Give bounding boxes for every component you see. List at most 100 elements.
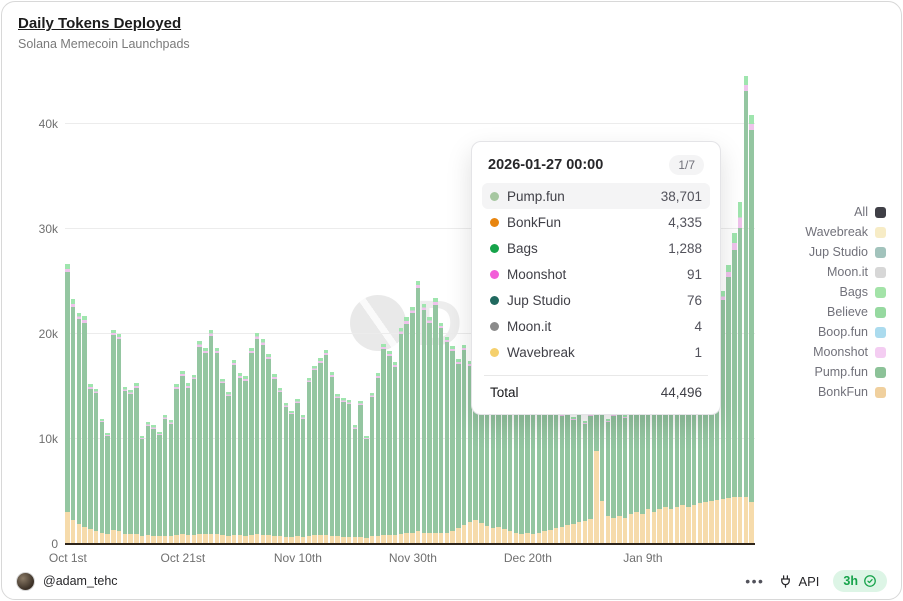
more-menu-button[interactable]: •••	[745, 573, 764, 589]
bar[interactable]	[272, 374, 277, 543]
bar[interactable]	[399, 328, 404, 543]
legend-item-believe[interactable]: Believe	[805, 305, 886, 319]
bar[interactable]	[243, 376, 248, 543]
bar[interactable]	[726, 265, 731, 543]
bar[interactable]	[738, 202, 743, 543]
bar[interactable]	[324, 350, 329, 543]
bar[interactable]	[427, 317, 432, 543]
chart-title-link[interactable]: Daily Tokens Deployed	[18, 15, 190, 32]
legend-item-pump-fun[interactable]: Pump.fun	[805, 365, 886, 379]
bar[interactable]	[226, 392, 231, 543]
bar[interactable]	[560, 413, 565, 543]
bar[interactable]	[531, 398, 536, 543]
legend-item-wavebreak[interactable]: Wavebreak	[805, 225, 886, 239]
bar[interactable]	[381, 344, 386, 543]
bar[interactable]	[295, 399, 300, 543]
bar[interactable]	[422, 304, 427, 543]
legend-item-jup-studio[interactable]: Jup Studio	[805, 245, 886, 259]
bar[interactable]	[278, 388, 283, 543]
bar[interactable]	[376, 373, 381, 543]
bar[interactable]	[105, 433, 110, 543]
bar[interactable]	[232, 360, 237, 543]
bar[interactable]	[192, 375, 197, 543]
bar[interactable]	[174, 384, 179, 543]
bar[interactable]	[606, 419, 611, 543]
bar[interactable]	[594, 394, 599, 543]
bar[interactable]	[163, 415, 168, 543]
bar[interactable]	[65, 264, 70, 543]
bar[interactable]	[721, 291, 726, 543]
bar[interactable]	[220, 379, 225, 543]
bar[interactable]	[169, 420, 174, 543]
bar[interactable]	[307, 378, 312, 543]
bar[interactable]	[583, 421, 588, 543]
bar[interactable]	[335, 394, 340, 543]
bar[interactable]	[542, 402, 547, 543]
bar[interactable]	[571, 417, 576, 543]
bar[interactable]	[77, 313, 82, 543]
bar[interactable]	[404, 317, 409, 543]
bar[interactable]	[732, 233, 737, 543]
bar[interactable]	[548, 409, 553, 543]
bar[interactable]	[266, 354, 271, 543]
bar[interactable]	[100, 419, 105, 543]
bar[interactable]	[215, 348, 220, 543]
bar[interactable]	[301, 415, 306, 543]
bar[interactable]	[358, 401, 363, 543]
bar[interactable]	[255, 333, 260, 543]
legend-item-bonkfun[interactable]: BonkFun	[805, 385, 886, 399]
legend-item-bags[interactable]: Bags	[805, 285, 886, 299]
bar[interactable]	[364, 436, 369, 543]
bar[interactable]	[151, 425, 156, 543]
bar[interactable]	[554, 400, 559, 543]
bar[interactable]	[249, 348, 254, 543]
bar[interactable]	[456, 359, 461, 543]
bar[interactable]	[393, 362, 398, 543]
bar[interactable]	[186, 383, 191, 543]
bar[interactable]	[341, 398, 346, 543]
bar[interactable]	[462, 345, 467, 543]
author-handle[interactable]: @adam_tehc	[43, 574, 118, 588]
bar[interactable]	[744, 76, 749, 543]
bar[interactable]	[387, 351, 392, 543]
bar[interactable]	[111, 330, 116, 543]
bar[interactable]	[410, 307, 415, 543]
bar[interactable]	[261, 339, 266, 543]
bar[interactable]	[238, 373, 243, 543]
bar[interactable]	[157, 432, 162, 543]
bar[interactable]	[450, 346, 455, 543]
bar[interactable]	[445, 337, 450, 543]
bar[interactable]	[128, 390, 133, 543]
bar[interactable]	[180, 371, 185, 543]
legend-item-moonshot[interactable]: Moonshot	[805, 345, 886, 359]
api-button[interactable]: API	[778, 574, 819, 589]
bar[interactable]	[611, 413, 616, 543]
bar[interactable]	[312, 366, 317, 543]
bar[interactable]	[140, 436, 145, 543]
bar[interactable]	[94, 389, 99, 543]
author-avatar[interactable]	[16, 572, 35, 591]
bar[interactable]	[629, 400, 634, 543]
bar[interactable]	[146, 422, 151, 543]
bar[interactable]	[318, 358, 323, 543]
bar[interactable]	[347, 400, 352, 543]
bar[interactable]	[123, 387, 128, 543]
bar[interactable]	[289, 411, 294, 543]
bar[interactable]	[617, 407, 622, 543]
bar[interactable]	[134, 383, 139, 543]
bar[interactable]	[640, 396, 645, 543]
legend-item-moon-it[interactable]: Moon.it	[805, 265, 886, 279]
bar[interactable]	[197, 341, 202, 543]
bar[interactable]	[439, 323, 444, 543]
legend-item-all[interactable]: All	[805, 205, 886, 219]
bar[interactable]	[330, 372, 335, 543]
legend-item-boop-fun[interactable]: Boop.fun	[805, 325, 886, 339]
freshness-badge[interactable]: 3h	[833, 570, 887, 592]
bar[interactable]	[71, 299, 76, 543]
bar[interactable]	[209, 330, 214, 543]
bar[interactable]	[623, 415, 628, 543]
bar[interactable]	[353, 425, 358, 543]
bar[interactable]	[203, 348, 208, 543]
bar[interactable]	[88, 384, 93, 543]
bar[interactable]	[416, 281, 421, 543]
